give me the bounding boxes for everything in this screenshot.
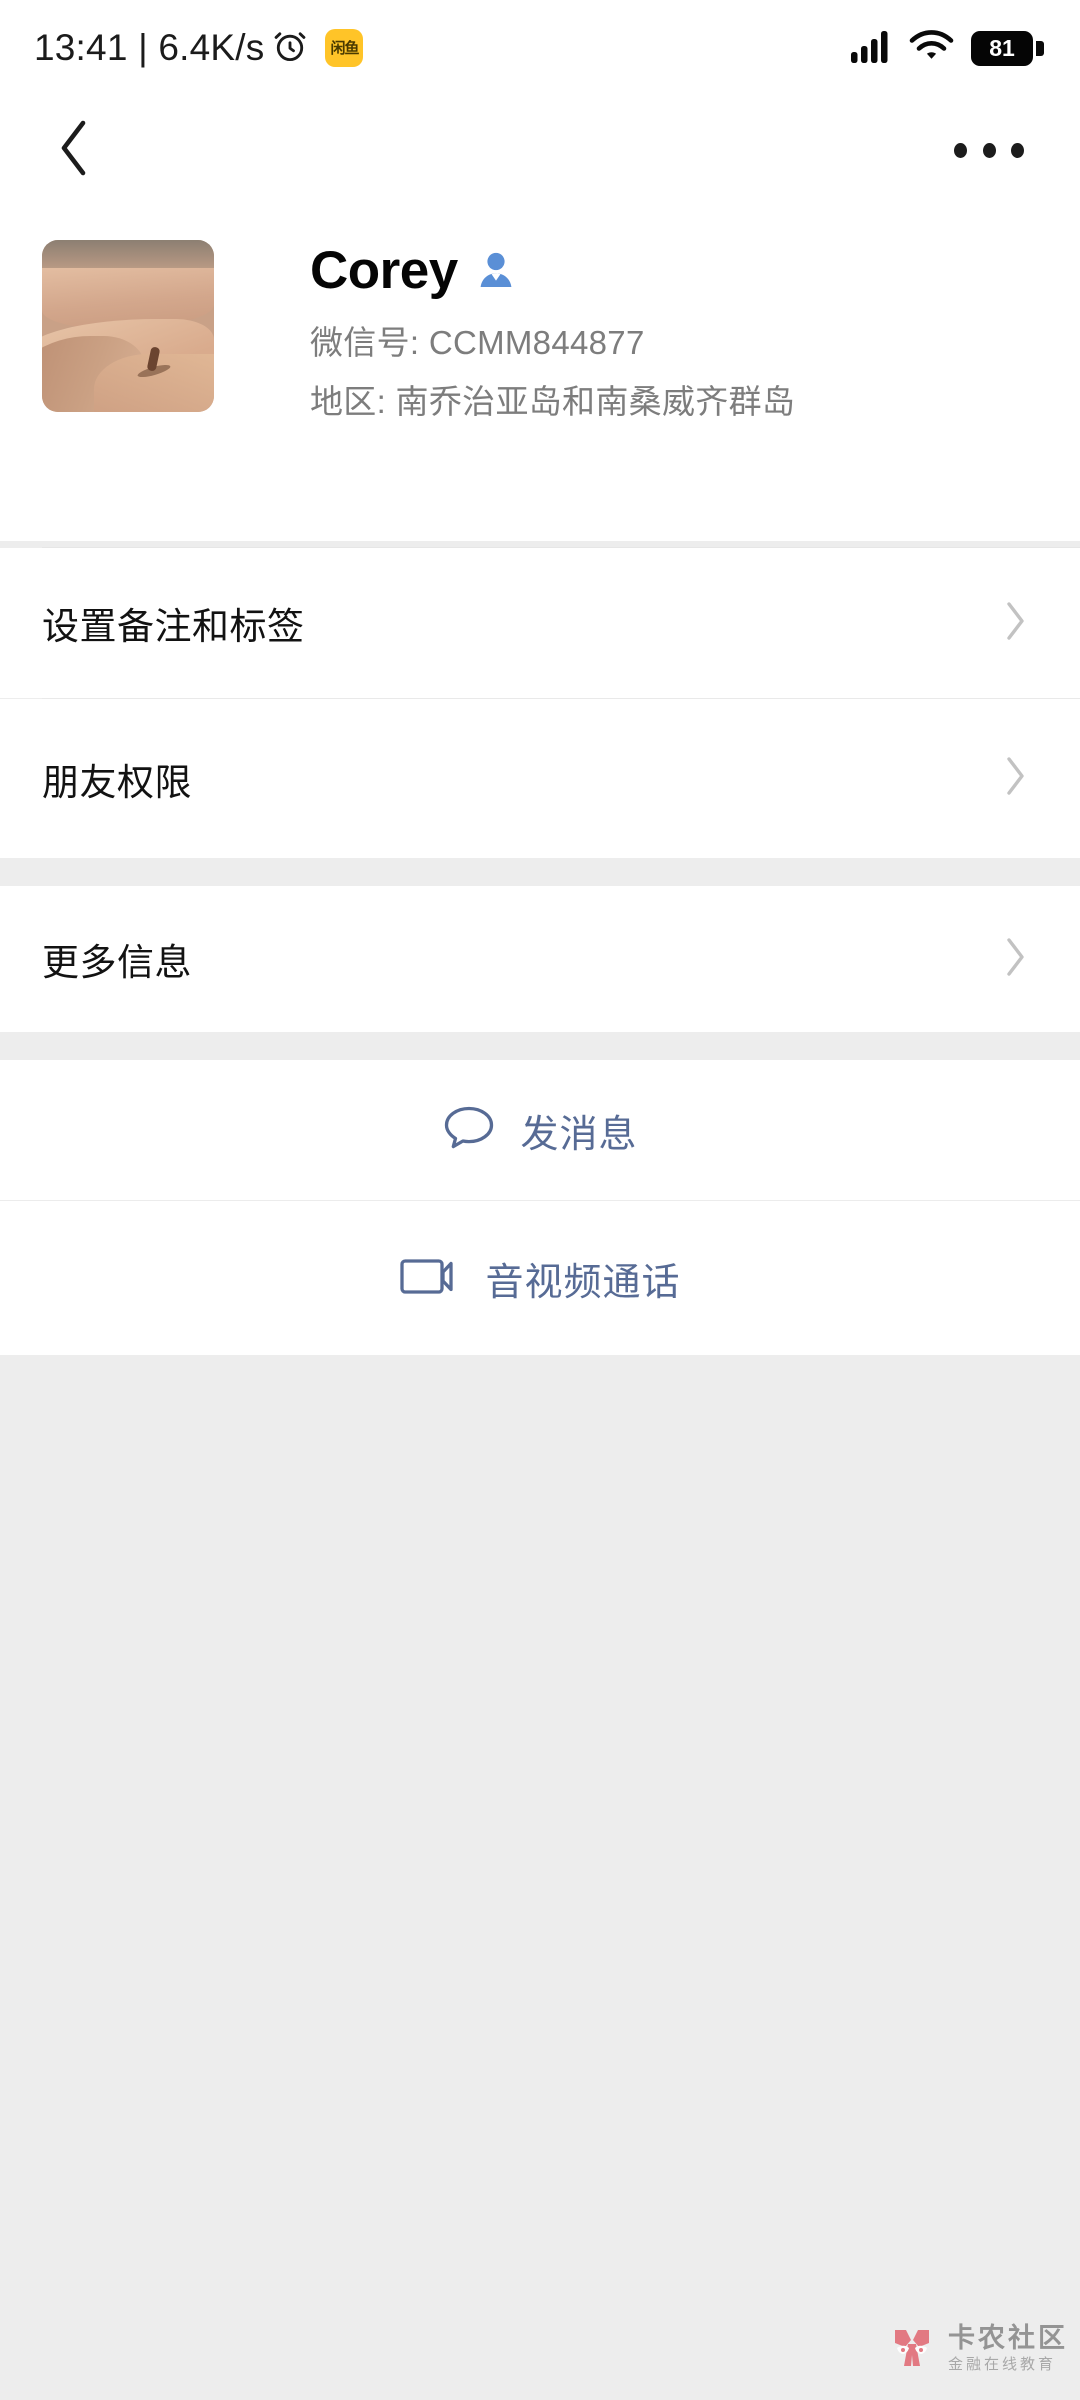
avatar[interactable] [42, 240, 214, 412]
menu-row-label: 更多信息 [42, 942, 192, 983]
more-options-button[interactable] [954, 125, 1024, 175]
watermark-subtitle: 金融在线教育 [948, 2355, 1057, 2373]
alarm-clock-icon [271, 27, 309, 70]
message-bubble-icon [442, 1103, 496, 1158]
region: 地区: 南乔治亚岛和南桑威齐群岛 [310, 381, 795, 422]
video-call-label: 音视频通话 [485, 1261, 681, 1304]
region-label: 地区: [310, 382, 387, 420]
kanong-logo-icon [886, 2322, 938, 2374]
wechat-id: 微信号: CCMM844877 [310, 322, 795, 363]
profile-header: Corey 微信号: CCMM844877 地区: 南乔治亚岛和南桑威齐群岛 [0, 204, 1080, 541]
status-bar-left: 13:41 | 6.4K/s 闲鱼 [34, 27, 364, 70]
chevron-left-icon [56, 119, 90, 182]
chevron-right-icon [1004, 936, 1028, 983]
status-bar: 13:41 | 6.4K/s 闲鱼 81 [0, 0, 1080, 96]
wechat-id-label: 微信号: [310, 324, 420, 362]
watermark: 卡农社区 金融在线教育 [886, 2322, 1068, 2374]
status-bar-right: 81 [850, 29, 1044, 68]
status-clock-and-network-speed: 13:41 | 6.4K/s [34, 27, 265, 68]
back-button[interactable] [40, 117, 106, 183]
profile-info: Corey 微信号: CCMM844877 地区: 南乔治亚岛和南桑威齐群岛 [310, 240, 795, 541]
battery-icon: 81 [971, 30, 1044, 66]
empty-content-area [0, 1355, 1080, 2400]
wechat-id-value: CCMM844877 [428, 324, 645, 362]
battery-percentage: 81 [989, 34, 1015, 61]
app-notification-badge-icon: 闲鱼 [325, 29, 364, 67]
menu-row-friend-permissions[interactable]: 朋友权限 [0, 699, 1080, 858]
chevron-right-icon [1004, 600, 1028, 647]
section-gap-band [0, 858, 1080, 886]
video-call-button[interactable]: 音视频通话 [0, 1201, 1080, 1355]
menu-row-label: 设置备注和标签 [42, 606, 305, 647]
section-gap-band-2 [0, 1032, 1080, 1060]
send-message-label: 发消息 [520, 1113, 638, 1156]
chevron-right-icon [1004, 755, 1028, 802]
cellular-signal-icon [850, 29, 892, 68]
more-options-icon [954, 142, 967, 158]
navigation-bar [0, 96, 1080, 204]
region-value: 南乔治亚岛和南桑威齐群岛 [395, 382, 796, 420]
male-gender-icon [476, 249, 516, 294]
send-message-button[interactable]: 发消息 [0, 1060, 1080, 1200]
video-camera-icon [399, 1254, 461, 1303]
watermark-title: 卡农社区 [948, 2323, 1068, 2354]
menu-row-remarks-and-tags[interactable]: 设置备注和标签 [0, 548, 1080, 698]
wechat-contact-profile-screen: 13:41 | 6.4K/s 闲鱼 81 Corey 微信号: CCMM8448… [0, 0, 1080, 2400]
page-title: Corey [310, 241, 458, 300]
profile-name-row: Corey [310, 241, 795, 300]
menu-row-label: 朋友权限 [42, 761, 192, 803]
menu-row-more-info[interactable]: 更多信息 [0, 886, 1080, 1032]
wifi-icon [909, 29, 954, 68]
